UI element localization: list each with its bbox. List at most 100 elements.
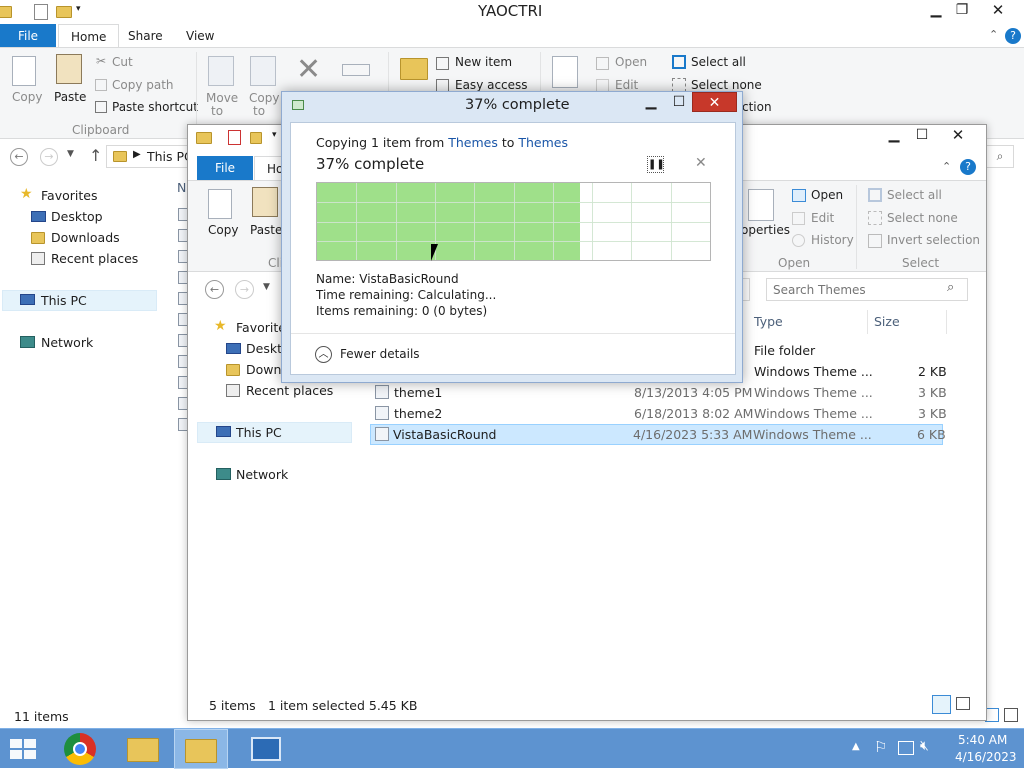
front-edit-button[interactable]: Edit	[811, 211, 834, 225]
explorer-active-taskbar-icon[interactable]	[174, 729, 228, 769]
fewer-details-button[interactable]: ︿ Fewer details	[315, 345, 425, 365]
dialog-close-button[interactable]: ✕	[692, 92, 737, 112]
front-search-icon[interactable]: ⌕	[947, 280, 954, 295]
back-large-icons-view-icon[interactable]	[1004, 708, 1018, 722]
front-properties-button[interactable]: operties	[741, 223, 790, 237]
cancel-copy-button[interactable]: ✕	[695, 155, 707, 171]
back-details-view-icon[interactable]	[985, 708, 999, 722]
nav-desktop[interactable]: Desktop	[51, 209, 103, 224]
move-to-button[interactable]: Move	[206, 91, 238, 105]
file-row[interactable]: theme1 8/13/2013 4:05 PM Windows Theme .…	[368, 382, 947, 403]
invert-selection-button[interactable]: ction	[742, 100, 772, 114]
qat-folder-icon[interactable]	[0, 6, 12, 18]
edit-button[interactable]: Edit	[615, 78, 638, 92]
help-icon[interactable]: ?	[1005, 28, 1021, 44]
front-nav-network[interactable]: Network	[236, 467, 288, 482]
qat-newfolder-icon[interactable]	[56, 6, 72, 18]
front-nav-downloads[interactable]: Downl	[246, 362, 285, 377]
up-button[interactable]: ↑	[89, 146, 102, 165]
tab-home[interactable]: Home	[58, 24, 120, 48]
front-help-icon[interactable]: ?	[960, 159, 976, 175]
address-bar[interactable]: ▶ This PC	[106, 145, 196, 168]
clock-date[interactable]: 4/16/2023	[955, 750, 1017, 764]
front-invert-selection-button[interactable]: Invert selection	[887, 233, 980, 247]
front-search-box[interactable]: ⌕	[766, 278, 968, 301]
front-forward-button[interactable]: →	[235, 280, 254, 299]
copy-to-button[interactable]: Copy	[249, 91, 279, 105]
front-qat-newfolder-icon[interactable]	[250, 132, 262, 144]
new-item-button[interactable]: New item	[455, 55, 512, 69]
search-icon[interactable]: ⌕	[986, 145, 1014, 168]
new-folder-icon[interactable]	[400, 58, 428, 80]
forward-button[interactable]: →	[40, 148, 58, 166]
maximize-button[interactable]: ❐	[950, 0, 974, 20]
chrome-taskbar-icon[interactable]	[64, 733, 96, 765]
front-paste-button[interactable]: Paste	[250, 223, 282, 237]
destination-folder-link[interactable]: Themes	[518, 135, 568, 150]
front-properties-icon[interactable]	[748, 189, 774, 221]
paste-button[interactable]: Paste	[54, 90, 86, 104]
file-row-selected[interactable]: VistaBasicRound 4/16/2023 5:33 AM Window…	[370, 424, 946, 445]
nav-recent-places[interactable]: Recent places	[51, 251, 138, 266]
paste-shortcut-button[interactable]: Paste shortcut	[112, 100, 198, 114]
column-header-partial[interactable]: N	[177, 180, 186, 195]
pause-button[interactable]: ❚❚	[647, 156, 665, 173]
tab-share[interactable]: Share	[116, 24, 175, 48]
qat-properties-icon[interactable]	[34, 4, 48, 20]
back-button[interactable]: ←	[10, 148, 28, 166]
properties-icon[interactable]	[552, 56, 578, 88]
front-qat-dropdown-icon[interactable]: ▾	[272, 130, 277, 140]
nav-downloads[interactable]: Downloads	[51, 230, 120, 245]
front-minimize-button[interactable]: ▁	[882, 125, 906, 145]
easy-access-button[interactable]: Easy access	[455, 78, 528, 92]
close-button[interactable]: ✕	[986, 0, 1010, 20]
nav-favorites[interactable]: Favorites	[41, 188, 97, 203]
front-maximize-button[interactable]: ☐	[910, 125, 934, 145]
open-button[interactable]: Open	[615, 55, 647, 69]
start-button[interactable]	[8, 737, 38, 761]
tab-file[interactable]: File	[0, 24, 56, 48]
clock-time[interactable]: 5:40 AM	[958, 733, 1007, 747]
front-nav-recent-places[interactable]: Recent places	[246, 383, 333, 398]
source-folder-link[interactable]: Themes	[448, 135, 498, 150]
minimize-button[interactable]: ▁	[924, 0, 948, 20]
action-center-flag-icon[interactable]: ⚐	[874, 738, 887, 756]
explorer-taskbar-icon[interactable]	[116, 729, 170, 769]
tab-view[interactable]: View	[174, 24, 226, 48]
front-history-button[interactable]: History	[811, 233, 854, 247]
front-select-all-button[interactable]: Select all	[887, 188, 942, 202]
front-details-view-icon[interactable]	[932, 695, 951, 714]
front-tab-file[interactable]: File	[197, 156, 253, 180]
front-open-button[interactable]: Open	[811, 188, 843, 202]
select-none-button[interactable]: Select none	[691, 78, 762, 92]
delete-icon[interactable]: ✕	[296, 52, 321, 87]
nav-this-pc[interactable]: This PC	[41, 293, 87, 308]
nav-network[interactable]: Network	[41, 335, 93, 350]
front-back-button[interactable]: ←	[205, 280, 224, 299]
select-all-button[interactable]: Select all	[691, 55, 746, 69]
column-header-size[interactable]: Size	[868, 310, 947, 334]
front-select-none-button[interactable]: Select none	[887, 211, 958, 225]
front-close-button[interactable]: ✕	[946, 125, 970, 145]
recent-dropdown-icon[interactable]: ▼	[67, 149, 74, 159]
control-panel-taskbar-icon[interactable]	[240, 729, 294, 769]
rename-icon[interactable]	[342, 64, 370, 76]
front-search-input[interactable]	[773, 281, 943, 298]
volume-muted-icon[interactable]: 🔇︎	[920, 738, 929, 754]
front-qat-properties-icon[interactable]	[228, 130, 241, 145]
column-header-type[interactable]: Type	[748, 310, 868, 334]
dialog-minimize-button[interactable]: ▁	[639, 92, 663, 112]
ribbon-collapse-icon[interactable]: ⌃	[989, 28, 998, 41]
front-qat-folder-icon[interactable]	[196, 132, 212, 144]
network-tray-icon[interactable]	[898, 741, 914, 755]
front-copy-button[interactable]: Copy	[208, 223, 238, 237]
cut-button[interactable]: Cut	[112, 55, 133, 69]
file-row[interactable]: theme2 6/18/2013 8:02 AM Windows Theme .…	[368, 403, 947, 424]
copy-path-button[interactable]: Copy path	[112, 78, 174, 92]
qat-dropdown-icon[interactable]: ▾	[76, 4, 81, 14]
show-hidden-icons-button[interactable]: ▲	[852, 741, 860, 752]
copy-button[interactable]: Copy	[12, 90, 42, 104]
front-ribbon-collapse-icon[interactable]: ⌃	[942, 160, 951, 173]
dialog-maximize-button[interactable]: ☐	[667, 92, 691, 112]
front-recent-dropdown-icon[interactable]: ▼	[263, 282, 270, 292]
